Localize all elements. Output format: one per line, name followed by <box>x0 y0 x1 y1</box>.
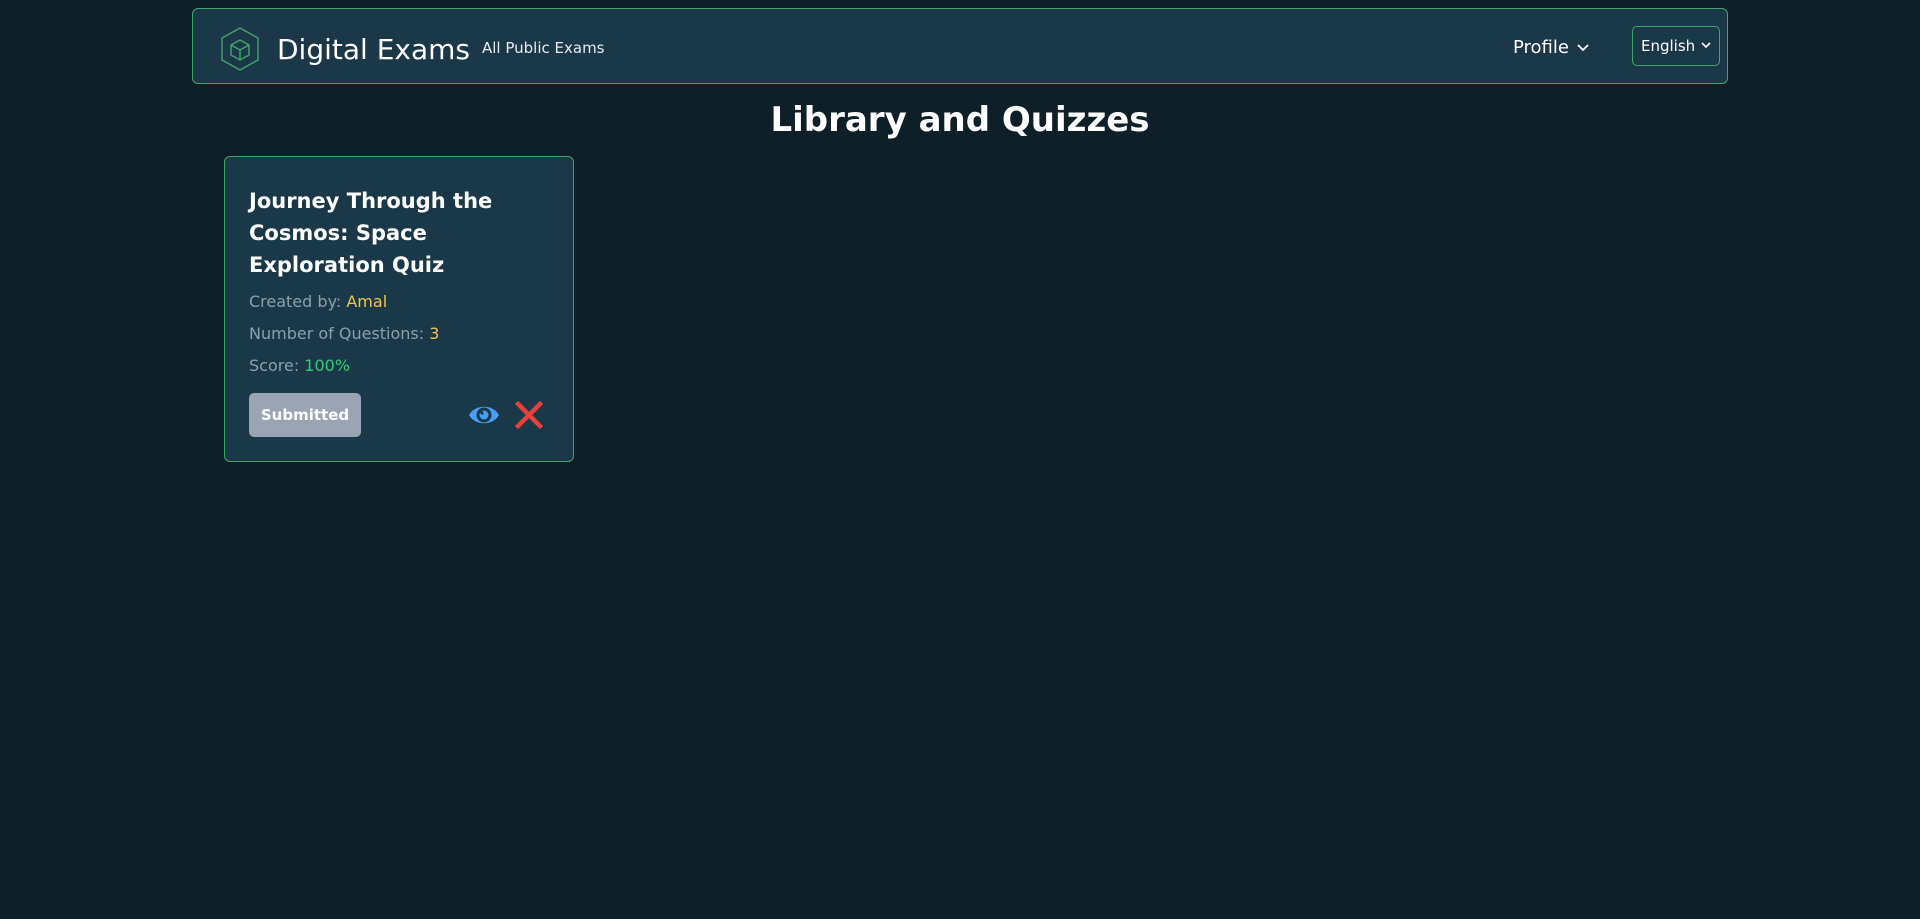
top-navbar: Digital Exams All Public Exams Profile E… <box>192 8 1728 84</box>
submitted-button[interactable]: Submitted <box>249 393 361 437</box>
page-title: Library and Quizzes <box>770 100 1150 140</box>
created-by-value: Amal <box>346 292 388 311</box>
quiz-created-by: Created by: Amal <box>249 292 387 311</box>
created-by-label: Created by: <box>249 292 342 311</box>
all-public-exams-link[interactable]: All Public Exams <box>482 39 605 57</box>
close-icon[interactable] <box>515 401 543 429</box>
language-select[interactable]: English <box>1632 26 1720 66</box>
questions-label: Number of Questions: <box>249 324 425 343</box>
quiz-score: Score: 100% <box>249 356 350 375</box>
questions-value: 3 <box>429 324 440 343</box>
quiz-question-count: Number of Questions: 3 <box>249 324 439 343</box>
quiz-title: Journey Through the Cosmos: Space Explor… <box>249 189 493 277</box>
brand[interactable]: Digital Exams <box>219 26 470 72</box>
score-label: Score: <box>249 356 300 375</box>
chevron-down-icon <box>1701 42 1711 49</box>
eye-icon[interactable] <box>467 400 501 430</box>
cube-logo-icon <box>221 27 259 71</box>
score-value: 100% <box>304 356 351 375</box>
profile-label: Profile <box>1513 37 1569 58</box>
language-value: English <box>1641 37 1696 55</box>
profile-dropdown[interactable]: Profile <box>1513 37 1589 58</box>
chevron-down-icon <box>1577 43 1589 51</box>
quiz-card: Journey Through the Cosmos: Space Explor… <box>224 156 574 462</box>
brand-title: Digital Exams <box>277 32 470 66</box>
